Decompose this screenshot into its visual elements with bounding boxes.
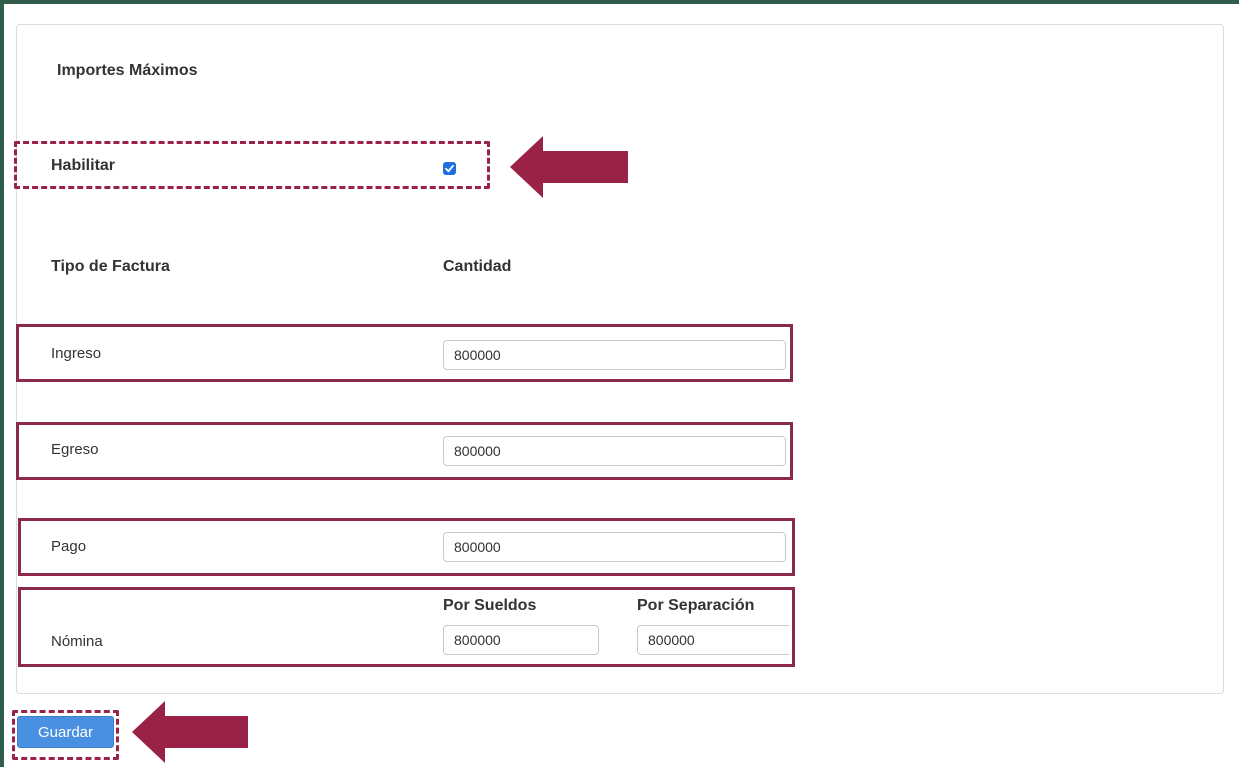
enable-label: Habilitar (51, 157, 116, 174)
nomina-sueldos-label: Por Sueldos (443, 597, 537, 614)
enable-checkbox[interactable] (443, 162, 456, 175)
arrow-left-icon (510, 136, 628, 198)
row-egreso-label: Egreso (51, 441, 99, 458)
checkmark-icon (445, 164, 454, 173)
column-header-amount: Cantidad (443, 258, 512, 275)
nomina-sueldos-input[interactable]: 800000 (443, 625, 599, 655)
ingreso-amount-input[interactable]: 800000 (443, 340, 786, 370)
section-title: Importes Máximos (57, 62, 198, 79)
arrow-left-icon (132, 701, 248, 763)
frame-left-border (0, 0, 4, 767)
column-header-type: Tipo de Factura (51, 258, 170, 275)
frame-top-border (0, 0, 1239, 4)
pago-amount-input[interactable]: 800000 (443, 532, 786, 562)
save-button[interactable]: Guardar (17, 716, 114, 748)
row-nomina-label: Nómina (51, 633, 103, 650)
nomina-separacion-label: Por Separación (637, 597, 755, 614)
egreso-amount-input[interactable]: 800000 (443, 436, 786, 466)
row-pago-label: Pago (51, 538, 87, 555)
row-ingreso-label: Ingreso (51, 345, 102, 362)
nomina-separacion-input[interactable]: 800000 (637, 625, 789, 655)
